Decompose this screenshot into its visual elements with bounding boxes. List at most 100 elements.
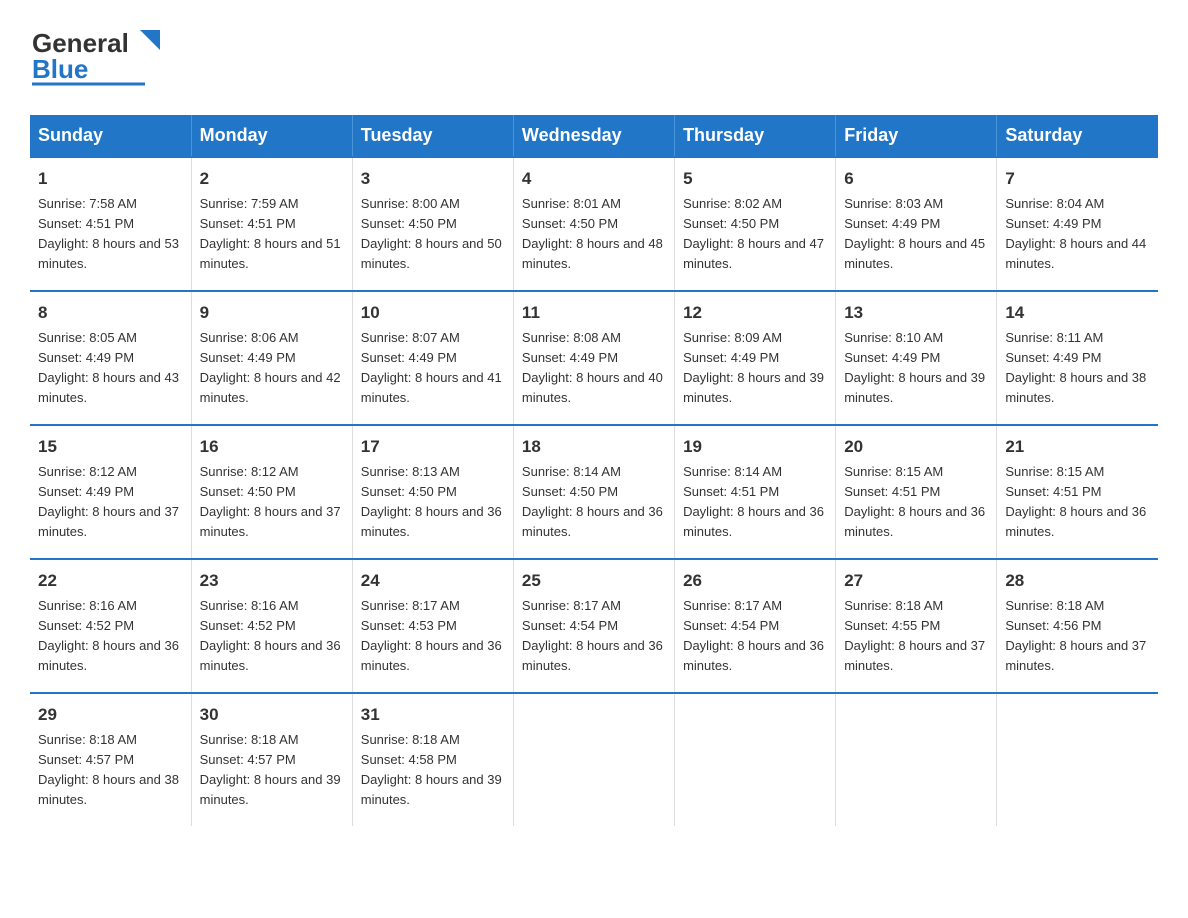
day-info: Sunrise: 8:09 AMSunset: 4:49 PMDaylight:… — [683, 328, 827, 409]
day-info: Sunrise: 8:06 AMSunset: 4:49 PMDaylight:… — [200, 328, 344, 409]
day-number: 19 — [683, 434, 827, 460]
calendar-cell: 5Sunrise: 8:02 AMSunset: 4:50 PMDaylight… — [675, 157, 836, 291]
calendar-cell: 14Sunrise: 8:11 AMSunset: 4:49 PMDayligh… — [997, 291, 1158, 425]
day-number: 16 — [200, 434, 344, 460]
day-number: 4 — [522, 166, 666, 192]
day-number: 1 — [38, 166, 183, 192]
day-number: 14 — [1005, 300, 1150, 326]
day-info: Sunrise: 8:15 AMSunset: 4:51 PMDaylight:… — [1005, 462, 1150, 543]
calendar-cell: 13Sunrise: 8:10 AMSunset: 4:49 PMDayligh… — [836, 291, 997, 425]
day-number: 24 — [361, 568, 505, 594]
day-info: Sunrise: 8:17 AMSunset: 4:53 PMDaylight:… — [361, 596, 505, 677]
calendar-header-row: SundayMondayTuesdayWednesdayThursdayFrid… — [30, 115, 1158, 157]
calendar-cell: 9Sunrise: 8:06 AMSunset: 4:49 PMDaylight… — [191, 291, 352, 425]
day-number: 20 — [844, 434, 988, 460]
day-number: 7 — [1005, 166, 1150, 192]
calendar-cell: 4Sunrise: 8:01 AMSunset: 4:50 PMDaylight… — [513, 157, 674, 291]
calendar-cell: 21Sunrise: 8:15 AMSunset: 4:51 PMDayligh… — [997, 425, 1158, 559]
day-number: 21 — [1005, 434, 1150, 460]
calendar-week-row: 29 Sunrise: 8:18 AMSunset: 4:57 PMDayligh… — [30, 693, 1158, 826]
day-info: Sunrise: 8:12 AMSunset: 4:49 PMDaylight:… — [38, 462, 183, 543]
day-number: 18 — [522, 434, 666, 460]
day-info: Sunrise: 8:02 AMSunset: 4:50 PMDaylight:… — [683, 194, 827, 275]
day-info: Sunrise: 8:16 AMSunset: 4:52 PMDaylight:… — [38, 596, 183, 677]
calendar-cell: 28Sunrise: 8:18 AMSunset: 4:56 PMDayligh… — [997, 559, 1158, 693]
calendar-cell: 19Sunrise: 8:14 AMSunset: 4:51 PMDayligh… — [675, 425, 836, 559]
day-info: Sunrise: 8:16 AMSunset: 4:52 PMDaylight:… — [200, 596, 344, 677]
day-number: 5 — [683, 166, 827, 192]
calendar-cell: 16Sunrise: 8:12 AMSunset: 4:50 PMDayligh… — [191, 425, 352, 559]
day-number: 10 — [361, 300, 505, 326]
calendar-cell: 6Sunrise: 8:03 AMSunset: 4:49 PMDaylight… — [836, 157, 997, 291]
day-number: 3 — [361, 166, 505, 192]
calendar-cell: 27Sunrise: 8:18 AMSunset: 4:55 PMDayligh… — [836, 559, 997, 693]
calendar-cell: 10Sunrise: 8:07 AMSunset: 4:49 PMDayligh… — [352, 291, 513, 425]
calendar-week-row: 15Sunrise: 8:12 AMSunset: 4:49 PMDayligh… — [30, 425, 1158, 559]
day-info: Sunrise: 7:58 AMSunset: 4:51 PMDaylight:… — [38, 194, 183, 275]
day-info: Sunrise: 8:18 AMSunset: 4:56 PMDaylight:… — [1005, 596, 1150, 677]
svg-text:Blue: Blue — [32, 54, 88, 84]
day-number: 11 — [522, 300, 666, 326]
day-number: 6 — [844, 166, 988, 192]
calendar-cell: 18Sunrise: 8:14 AMSunset: 4:50 PMDayligh… — [513, 425, 674, 559]
day-info: Sunrise: 8:11 AMSunset: 4:49 PMDaylight:… — [1005, 328, 1150, 409]
day-info: Sunrise: 8:01 AMSunset: 4:50 PMDaylight:… — [522, 194, 666, 275]
calendar-cell: 29Sunrise: 8:18 AMSunset: 4:57 PMDayligh… — [30, 693, 191, 826]
column-header-saturday: Saturday — [997, 115, 1158, 157]
day-info: Sunrise: 8:14 AMSunset: 4:51 PMDaylight:… — [683, 462, 827, 543]
day-number: 15 — [38, 434, 183, 460]
day-number: 8 — [38, 300, 183, 326]
calendar-cell: 12Sunrise: 8:09 AMSunset: 4:49 PMDayligh… — [675, 291, 836, 425]
day-info: Sunrise: 8:15 AMSunset: 4:51 PMDaylight:… — [844, 462, 988, 543]
day-info: Sunrise: 7:59 AMSunset: 4:51 PMDaylight:… — [200, 194, 344, 275]
calendar-cell: 7Sunrise: 8:04 AMSunset: 4:49 PMDaylight… — [997, 157, 1158, 291]
day-number: 13 — [844, 300, 988, 326]
column-header-tuesday: Tuesday — [352, 115, 513, 157]
day-number: 22 — [38, 568, 183, 594]
logo: General Blue — [30, 20, 170, 95]
calendar-cell: 25Sunrise: 8:17 AMSunset: 4:54 PMDayligh… — [513, 559, 674, 693]
page-header: General Blue — [30, 20, 1158, 95]
calendar-cell — [997, 693, 1158, 826]
day-number: 30 — [200, 702, 344, 728]
day-number: 31 — [361, 702, 505, 728]
calendar-cell — [675, 693, 836, 826]
day-info: Sunrise: 8:04 AMSunset: 4:49 PMDaylight:… — [1005, 194, 1150, 275]
day-info: Sunrise: 8:08 AMSunset: 4:49 PMDaylight:… — [522, 328, 666, 409]
column-header-wednesday: Wednesday — [513, 115, 674, 157]
day-number: 25 — [522, 568, 666, 594]
day-info: Sunrise: 8:17 AMSunset: 4:54 PMDaylight:… — [522, 596, 666, 677]
calendar-cell: 24Sunrise: 8:17 AMSunset: 4:53 PMDayligh… — [352, 559, 513, 693]
day-number: 12 — [683, 300, 827, 326]
calendar-cell: 3Sunrise: 8:00 AMSunset: 4:50 PMDaylight… — [352, 157, 513, 291]
day-info: Sunrise: 8:18 AMSunset: 4:57 PMDaylight:… — [200, 730, 344, 811]
day-number: 9 — [200, 300, 344, 326]
day-info: Sunrise: 8:17 AMSunset: 4:54 PMDaylight:… — [683, 596, 827, 677]
calendar-cell: 8Sunrise: 8:05 AMSunset: 4:49 PMDaylight… — [30, 291, 191, 425]
day-info: Sunrise: 8:18 AMSunset: 4:55 PMDaylight:… — [844, 596, 988, 677]
day-info: Sunrise: 8:14 AMSunset: 4:50 PMDaylight:… — [522, 462, 666, 543]
calendar-week-row: 8Sunrise: 8:05 AMSunset: 4:49 PMDaylight… — [30, 291, 1158, 425]
calendar-cell: 26Sunrise: 8:17 AMSunset: 4:54 PMDayligh… — [675, 559, 836, 693]
day-info: Sunrise: 8:12 AMSunset: 4:50 PMDaylight:… — [200, 462, 344, 543]
calendar-cell: 23Sunrise: 8:16 AMSunset: 4:52 PMDayligh… — [191, 559, 352, 693]
calendar-cell: 30Sunrise: 8:18 AMSunset: 4:57 PMDayligh… — [191, 693, 352, 826]
logo-image: General Blue — [30, 20, 170, 95]
day-info: Sunrise: 8:10 AMSunset: 4:49 PMDaylight:… — [844, 328, 988, 409]
day-number: 29 — [38, 702, 183, 728]
calendar-week-row: 22Sunrise: 8:16 AMSunset: 4:52 PMDayligh… — [30, 559, 1158, 693]
day-info: Sunrise: 8:03 AMSunset: 4:49 PMDaylight:… — [844, 194, 988, 275]
column-header-friday: Friday — [836, 115, 997, 157]
day-number: 27 — [844, 568, 988, 594]
calendar-cell: 31Sunrise: 8:18 AMSunset: 4:58 PMDayligh… — [352, 693, 513, 826]
column-header-thursday: Thursday — [675, 115, 836, 157]
calendar-week-row: 1Sunrise: 7:58 AMSunset: 4:51 PMDaylight… — [30, 157, 1158, 291]
day-number: 2 — [200, 166, 344, 192]
calendar-cell: 15Sunrise: 8:12 AMSunset: 4:49 PMDayligh… — [30, 425, 191, 559]
calendar-cell — [513, 693, 674, 826]
calendar-cell: 17Sunrise: 8:13 AMSunset: 4:50 PMDayligh… — [352, 425, 513, 559]
calendar-cell: 22Sunrise: 8:16 AMSunset: 4:52 PMDayligh… — [30, 559, 191, 693]
calendar-cell: 11Sunrise: 8:08 AMSunset: 4:49 PMDayligh… — [513, 291, 674, 425]
day-info: Sunrise: 8:05 AMSunset: 4:49 PMDaylight:… — [38, 328, 183, 409]
day-number: 26 — [683, 568, 827, 594]
